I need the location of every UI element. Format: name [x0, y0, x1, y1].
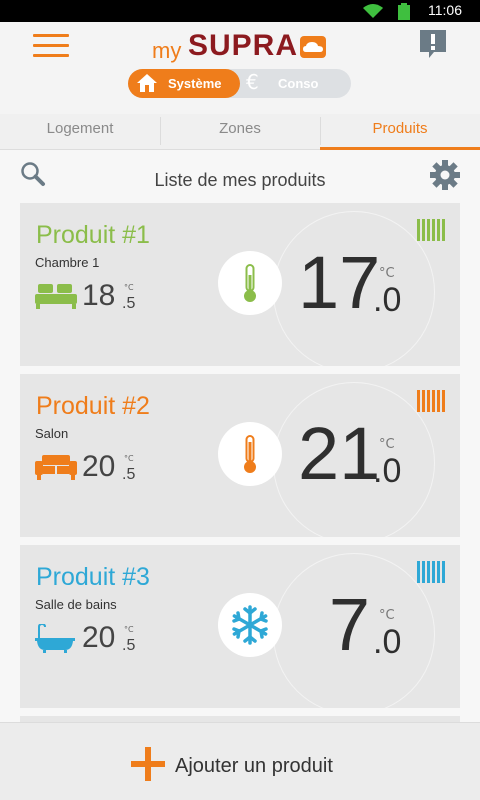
thermometer-icon — [244, 264, 256, 302]
product-list: Liste de mes produits Produit #1 Chambre… — [0, 150, 480, 800]
radiator-icon — [417, 390, 445, 412]
add-product-button[interactable]: Ajouter un produit — [0, 722, 480, 800]
radiator-icon — [417, 219, 445, 241]
measured-decimal: .5 — [122, 295, 136, 312]
measured-decimal: .5 — [122, 466, 136, 483]
view-switcher: Système € Conso — [128, 69, 351, 98]
systeme-toggle[interactable]: Système — [128, 69, 240, 98]
measured-unit: °C — [124, 283, 134, 292]
bathtub-icon — [35, 624, 75, 653]
gear-icon[interactable] — [429, 159, 461, 191]
thermometer-icon — [244, 435, 256, 473]
bed-icon — [35, 284, 77, 309]
mode-badge — [218, 593, 282, 657]
sofa-icon — [35, 455, 77, 480]
measured-temp: 18 — [82, 279, 116, 312]
tab-produits[interactable]: Produits — [320, 114, 480, 150]
conso-label: Conso — [278, 76, 319, 91]
room-name: Chambre 1 — [35, 255, 100, 270]
setpoint-decimal: .0 — [373, 452, 402, 490]
setpoint-unit: °C — [379, 437, 395, 452]
product-name: Produit #2 — [36, 392, 150, 420]
mode-badge — [218, 422, 282, 486]
product-name: Produit #1 — [36, 221, 150, 249]
conso-toggle[interactable]: € Conso — [240, 69, 351, 98]
product-card[interactable]: Produit #2 Salon 20 °C .5 21 °C .0 — [20, 374, 460, 537]
room-name: Salon — [35, 426, 69, 441]
alert-icon[interactable] — [420, 30, 446, 60]
product-name: Produit #3 — [36, 563, 150, 591]
measured-unit: °C — [124, 454, 134, 463]
logo-my: my — [152, 38, 182, 63]
measured-decimal: .5 — [122, 637, 136, 654]
setpoint-temp: 21 — [298, 412, 381, 495]
app-bar: my SUPRA Système € Conso — [0, 22, 480, 114]
tab-zones[interactable]: Zones — [160, 114, 320, 150]
measured-unit: °C — [124, 625, 134, 634]
menu-button[interactable] — [33, 33, 69, 59]
room-name: Salle de bains — [35, 597, 117, 612]
product-card[interactable]: Produit #1 Chambre 1 18 °C .5 17 °C .0 — [20, 203, 460, 366]
mode-badge — [218, 251, 282, 315]
euro-icon: € — [246, 70, 259, 94]
list-title: Liste de mes produits — [154, 170, 326, 190]
measured-temp: 20 — [82, 621, 116, 654]
radiator-icon — [417, 561, 445, 583]
add-product-label: Ajouter un produit — [175, 755, 333, 777]
status-bar: 11:06 — [0, 0, 480, 22]
tab-bar: Logement Zones Produits — [0, 114, 480, 150]
setpoint-temp: 7 — [328, 583, 370, 666]
setpoint-temp: 17 — [298, 241, 381, 324]
home-icon — [137, 74, 157, 92]
setpoint-unit: °C — [379, 266, 395, 281]
product-card[interactable]: Produit #3 Salle de bains 20 °C .5 7 °C … — [20, 545, 460, 708]
app-logo: my SUPRA — [152, 28, 332, 63]
setpoint-decimal: .0 — [373, 623, 402, 661]
snowflake-icon — [232, 605, 268, 645]
cloud-wifi-icon — [300, 36, 326, 58]
systeme-label: Système — [168, 76, 222, 91]
wifi-icon — [363, 4, 383, 18]
logo-brand: SUPRA — [188, 29, 299, 62]
setpoint-decimal: .0 — [373, 281, 402, 319]
battery-icon — [398, 3, 410, 20]
setpoint-unit: °C — [379, 608, 395, 623]
tab-logement[interactable]: Logement — [0, 114, 160, 150]
status-time: 11:06 — [428, 2, 462, 18]
measured-temp: 20 — [82, 450, 116, 483]
plus-icon — [131, 747, 165, 781]
